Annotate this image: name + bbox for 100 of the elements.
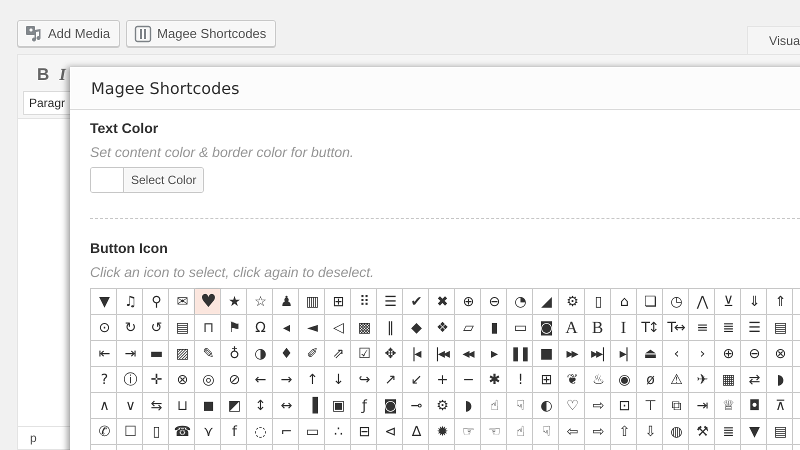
editor-tab[interactable]: Visua [747,26,800,55]
format-select[interactable]: Paragr [23,91,70,115]
icon-option[interactable]: ★ [221,289,247,315]
icon-option[interactable]: ◩ [221,393,247,419]
icon-option[interactable]: ⌐ [273,419,299,445]
icon-option[interactable]: ❏ [637,289,663,315]
icon-option[interactable]: T↕ [637,315,663,341]
icon-option[interactable]: T↔ [663,315,689,341]
icon-option[interactable]: ▼ [91,289,117,315]
icon-option[interactable]: ⚠ [663,367,689,393]
icon-option[interactable]: ⇆ [143,393,169,419]
icon-option[interactable]: ☞ [455,419,481,445]
icon-option[interactable]: ✉ [169,289,195,315]
icon-option[interactable]: ◗ [767,367,793,393]
icon-option[interactable]: ⊤ [637,393,663,419]
icon-option[interactable]: ▦ [715,367,741,393]
icon-option[interactable]: ◑ [247,341,273,367]
icon-option[interactable]: A [559,315,585,341]
icon-option[interactable]: → [273,367,299,393]
icon-option[interactable]: ▭ [507,315,533,341]
icon-option[interactable]: ↔ [273,393,299,419]
icon-option[interactable]: ✹ [429,419,455,445]
icon-option[interactable]: ▤ [767,419,793,445]
icon-option[interactable]: ▬ [143,341,169,367]
icon-option[interactable]: ▱ [455,315,481,341]
icon-option[interactable]: › [689,341,715,367]
icon-option[interactable]: ▤ [169,315,195,341]
icon-option[interactable]: ▐ [299,393,325,419]
icon-option[interactable]: ∴ [325,419,351,445]
icon-option[interactable]: ☎ [169,419,195,445]
icon-option[interactable]: ⊞ [325,289,351,315]
icon-option[interactable]: B [585,315,611,341]
icon-option[interactable]: f [221,419,247,445]
icon-option[interactable]: ◆ [403,315,429,341]
icon-option[interactable]: ⇨ [585,419,611,445]
icon-option[interactable]: ■ [533,341,559,367]
icon-option[interactable]: ✖ [429,289,455,315]
icon-option[interactable]: ‖ [377,315,403,341]
icon-option[interactable]: ← [247,367,273,393]
icon-option[interactable]: ? [91,367,117,393]
icon-option[interactable]: ✈ [689,367,715,393]
icon-option[interactable]: ‹ [663,341,689,367]
icon-option[interactable]: ▼ [741,419,767,445]
icon-option[interactable]: ⇥ [117,341,143,367]
icon-option[interactable]: ▯ [143,419,169,445]
icon-option[interactable]: ø [637,367,663,393]
icon-option[interactable]: ⊞ [533,367,559,393]
icon-option[interactable]: ▸▸| [585,341,611,367]
icon-option[interactable]: ◄ [299,315,325,341]
icon-option[interactable]: ⧉ [663,393,689,419]
icon-option[interactable]: ▸| [611,341,637,367]
italic-button[interactable]: I [59,65,66,85]
icon-option[interactable]: ♨ [585,367,611,393]
icon-option[interactable]: ⊓ [195,315,221,341]
icon-option[interactable]: ☝ [507,419,533,445]
icon-option[interactable]: ⇨ [585,393,611,419]
icon-option[interactable]: ∧ [91,393,117,419]
icon-option[interactable]: ⇩ [637,419,663,445]
icon-option[interactable]: ⌂ [611,289,637,315]
icon-option[interactable]: ♁ [221,341,247,367]
icon-option[interactable]: − [455,367,481,393]
icon-option[interactable]: ⊗ [767,341,793,367]
icon-option[interactable]: ⇦ [559,419,585,445]
icon-option[interactable]: ⚙ [559,289,585,315]
icon-option[interactable]: ∨ [117,393,143,419]
icon-option[interactable]: ◂ [273,315,299,341]
icon-option[interactable]: ✐ [299,341,325,367]
icon-option[interactable]: ⊸ [403,393,429,419]
icon-option[interactable]: ☟ [533,419,559,445]
icon-option[interactable]: ⊔ [169,393,195,419]
icon-option[interactable]: ↑ [299,367,325,393]
icon-option[interactable]: ⇓ [741,289,767,315]
icon-option[interactable]: ◼ [195,393,221,419]
icon-option[interactable]: ☟ [507,393,533,419]
icon-option[interactable]: ☆ [247,289,273,315]
icon-option[interactable]: ↻ [117,315,143,341]
icon-option[interactable]: ▤ [767,315,793,341]
icon-option[interactable]: ⊻ [715,289,741,315]
icon-option[interactable]: ◌ [247,419,273,445]
icon-option[interactable]: ▯ [585,289,611,315]
icon-option[interactable]: ⊕ [455,289,481,315]
icon-option[interactable]: ≣ [715,419,741,445]
icon-option[interactable]: ✆ [91,419,117,445]
icon-option[interactable]: ▮ [481,315,507,341]
icon-option[interactable]: ⇥ [689,393,715,419]
icon-option[interactable]: ⊖ [741,341,767,367]
icon-option[interactable]: ✥ [377,341,403,367]
icon-option[interactable]: ✔ [403,289,429,315]
icon-option[interactable]: ▣ [325,393,351,419]
icon-option[interactable]: ⊘ [221,367,247,393]
icon-option[interactable]: ƒ [351,393,377,419]
icon-option[interactable]: ☰ [741,315,767,341]
icon-option[interactable]: ◗ [455,393,481,419]
icon-option[interactable]: ⊙ [91,315,117,341]
icon-option[interactable]: ⇑ [767,289,793,315]
icon-option[interactable]: ♡ [559,393,585,419]
icon-option[interactable]: ∆ [403,419,429,445]
icon-option[interactable]: ♕ [715,393,741,419]
icon-option[interactable]: ♫ [117,289,143,315]
icon-option[interactable]: ◁ [325,315,351,341]
